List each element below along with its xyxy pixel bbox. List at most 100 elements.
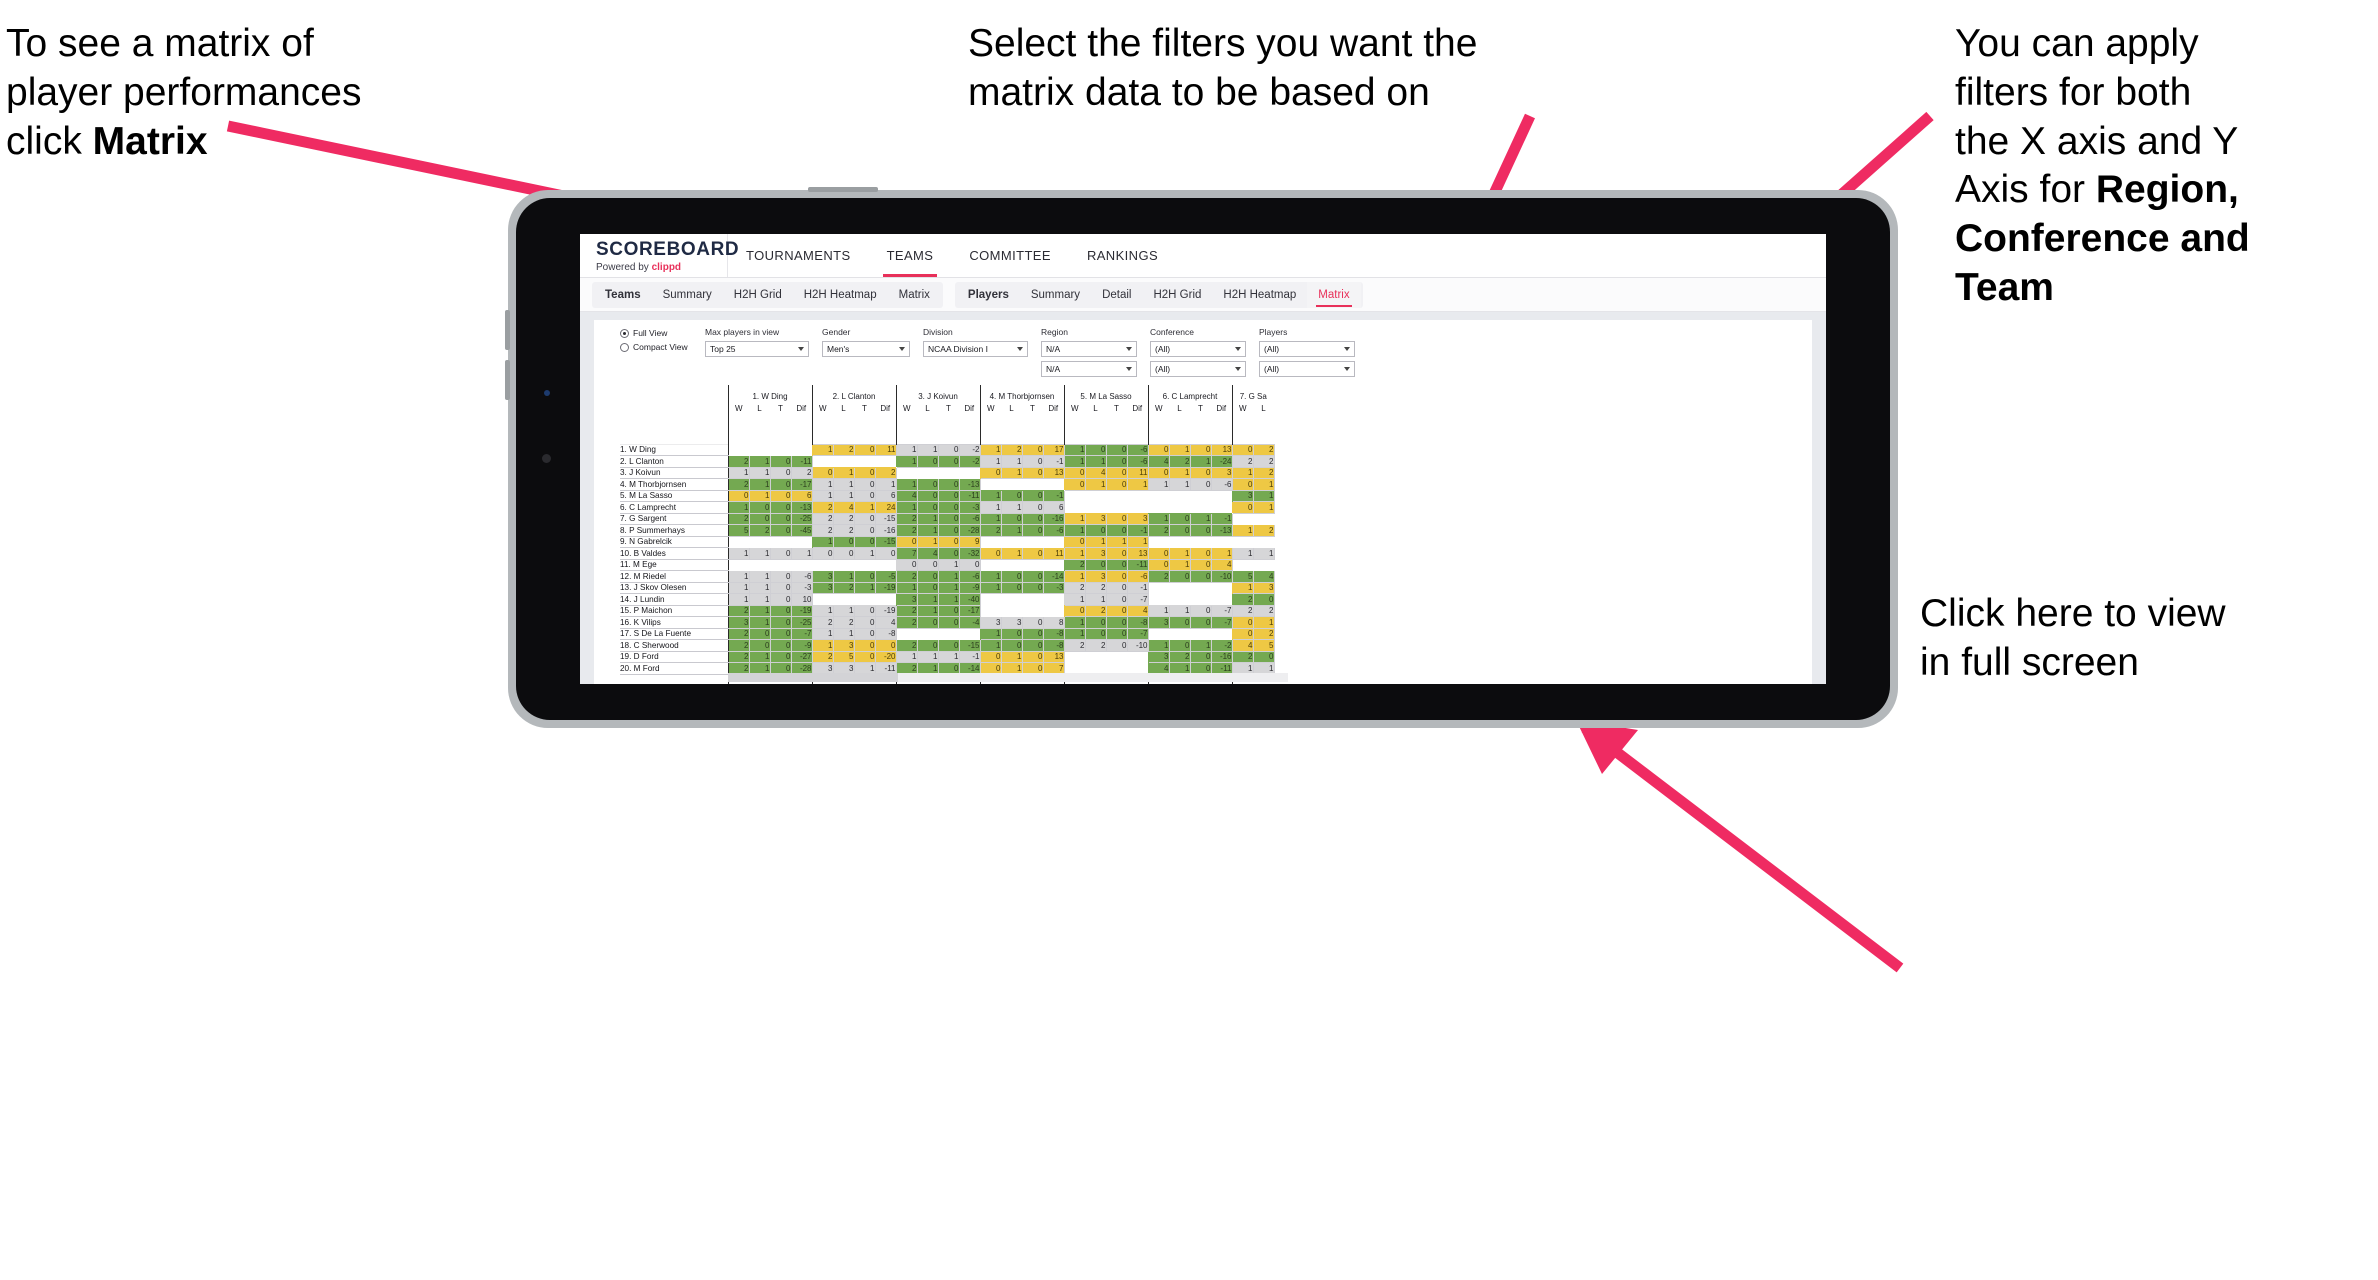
matrix-cell[interactable]: -2 (1210, 639, 1233, 652)
matrix-cell[interactable] (1022, 536, 1043, 548)
matrix-cell[interactable]: 0 (1021, 639, 1044, 652)
matrix-cell[interactable]: 0 (1000, 489, 1023, 502)
matrix-cell[interactable]: 1 (1147, 478, 1170, 491)
tab-players-h2h-grid[interactable]: H2H Grid (1142, 282, 1212, 308)
matrix-cell[interactable]: 4 (1126, 604, 1149, 617)
select-division[interactable]: NCAA Division I (923, 341, 1028, 357)
matrix-cell[interactable]: 5 (832, 650, 855, 663)
matrix-cell[interactable] (854, 593, 875, 605)
matrix-cell[interactable]: 1 (895, 478, 918, 491)
table-row[interactable]: 7. G Sargent 2 0 0 -25 2 2 0 -15 2 1 0 -6 1 0 0 -16 1 3 0 3 1… (620, 512, 1274, 525)
matrix-cell[interactable]: 1 (979, 627, 1002, 640)
matrix-cell[interactable]: -17 (958, 604, 981, 617)
matrix-cell[interactable]: -16 (1042, 512, 1065, 525)
matrix-cell[interactable]: 1 (1252, 501, 1275, 514)
matrix-cell[interactable] (1211, 628, 1232, 640)
matrix-cell[interactable] (749, 559, 770, 571)
matrix-cell[interactable]: 0 (1105, 558, 1128, 571)
matrix-cell[interactable]: 0 (937, 443, 960, 456)
matrix-cell[interactable]: 1 (1147, 512, 1170, 525)
matrix-cell[interactable] (917, 628, 938, 640)
matrix-cell[interactable]: 0 (937, 535, 960, 548)
matrix-cell[interactable] (1190, 628, 1211, 640)
matrix-cell[interactable] (1211, 593, 1232, 605)
matrix-cell[interactable]: 0 (769, 604, 792, 617)
matrix-cell[interactable] (854, 455, 875, 467)
matrix-cell[interactable]: 0 (1105, 478, 1128, 491)
matrix-cell[interactable]: 1 (853, 581, 876, 594)
matrix-cell[interactable]: 4 (874, 616, 897, 629)
matrix-cell[interactable]: -32 (958, 547, 981, 560)
select-region-x[interactable]: N/A (1041, 341, 1137, 357)
matrix-cell[interactable]: 1 (1147, 604, 1170, 617)
matrix-cell[interactable]: 2 (895, 604, 918, 617)
tab-players-label[interactable]: Players (957, 282, 1020, 308)
matrix-cell[interactable]: 0 (1105, 616, 1128, 629)
matrix-cell[interactable]: 1 (748, 455, 771, 468)
matrix-cell[interactable]: 1 (832, 466, 855, 479)
matrix-cell[interactable]: 8 (1042, 616, 1065, 629)
matrix-cell[interactable] (1253, 513, 1274, 525)
matrix-cell[interactable]: 2 (1084, 639, 1107, 652)
matrix-cell[interactable] (1169, 536, 1190, 548)
matrix-cell[interactable]: 0 (769, 501, 792, 514)
matrix-cell[interactable]: -45 (790, 524, 813, 537)
matrix-cell[interactable]: 0 (916, 639, 939, 652)
matrix-row-label[interactable]: 2. L Clanton (620, 455, 728, 468)
matrix-cell[interactable]: 0 (1105, 570, 1128, 583)
matrix-cell[interactable]: 10 (790, 593, 813, 606)
matrix-cell[interactable]: 5 (727, 524, 750, 537)
matrix-cell[interactable]: -6 (958, 570, 981, 583)
matrix-cell[interactable]: 1 (916, 524, 939, 537)
matrix-cell[interactable] (1085, 490, 1106, 502)
matrix-cell[interactable]: 0 (1000, 581, 1023, 594)
matrix-row-label[interactable]: 16. K Vilips (620, 616, 728, 629)
matrix-cell[interactable]: 0 (1189, 478, 1212, 491)
select-players-x[interactable]: (All) (1259, 341, 1355, 357)
matrix-cell[interactable]: 0 (811, 547, 834, 560)
matrix-cell[interactable]: 1 (1252, 489, 1275, 502)
matrix-cell[interactable] (1022, 559, 1043, 571)
matrix-cell[interactable]: 1 (937, 570, 960, 583)
matrix-cell[interactable]: 0 (1168, 570, 1191, 583)
matrix-cell[interactable] (1231, 513, 1253, 525)
matrix-cell[interactable]: 2 (1231, 593, 1254, 606)
matrix-cell[interactable]: 0 (895, 535, 918, 548)
table-row[interactable]: 10. B Valdes 1 1 0 1 0 0 1 0 7 4 0 -32 0 1 0 11 1 3 0 13 0 1 0 1… (620, 547, 1275, 560)
matrix-cell[interactable]: 0 (916, 489, 939, 502)
matrix-cell[interactable]: 2 (811, 501, 834, 514)
matrix-cell[interactable]: 1 (1063, 512, 1086, 525)
matrix-cell[interactable]: 4 (1147, 455, 1170, 468)
matrix-cell[interactable]: 0 (748, 627, 771, 640)
matrix-cell[interactable]: 1 (1084, 478, 1107, 491)
matrix-cell[interactable]: 2 (1252, 466, 1275, 479)
matrix-cell[interactable]: 1 (832, 478, 855, 491)
matrix-column-header[interactable]: 7. G Sa (1231, 385, 1274, 401)
table-row[interactable]: 4. M Thorbjornsen 2 1 0 -17 1 1 0 1 1 0 0 -13 0 1 0 1 1 1 0… (620, 478, 1275, 491)
matrix-cell[interactable]: -6 (1126, 455, 1149, 468)
matrix-cell[interactable] (770, 559, 791, 571)
matrix-cell[interactable]: 0 (1021, 455, 1044, 468)
matrix-row-label[interactable]: 7. G Sargent (620, 512, 728, 525)
matrix-cell[interactable] (1231, 536, 1253, 548)
matrix-cell[interactable]: 0 (1105, 455, 1128, 468)
matrix-cell[interactable]: 1 (979, 512, 1002, 525)
matrix-cell[interactable]: 3 (811, 570, 834, 583)
matrix-cell[interactable]: -6 (790, 570, 813, 583)
matrix-cell[interactable]: 2 (1147, 570, 1170, 583)
matrix-cell[interactable]: -6 (1042, 524, 1065, 537)
matrix-cell[interactable] (1211, 582, 1232, 594)
matrix-cell[interactable]: 0 (916, 558, 939, 571)
matrix-cell[interactable]: 0 (1000, 627, 1023, 640)
matrix-cell[interactable]: 1 (811, 604, 834, 617)
matrix-cell[interactable]: -14 (1042, 570, 1065, 583)
matrix-cell[interactable]: 0 (769, 478, 792, 491)
matrix-cell[interactable] (1231, 559, 1253, 571)
table-row[interactable]: 2. L Clanton 2 1 0 -11 1 0 0 -2 1 1 0 -1 1 1 0 -6 4 2 1 -24 2… (620, 455, 1275, 468)
matrix-cell[interactable]: 0 (1021, 547, 1044, 560)
matrix-cell[interactable]: 11 (874, 443, 897, 456)
matrix-cell[interactable]: 2 (727, 650, 750, 663)
matrix-cell[interactable]: 1 (1084, 593, 1107, 606)
matrix-cell[interactable] (1169, 501, 1190, 513)
matrix-cell[interactable] (727, 536, 749, 548)
